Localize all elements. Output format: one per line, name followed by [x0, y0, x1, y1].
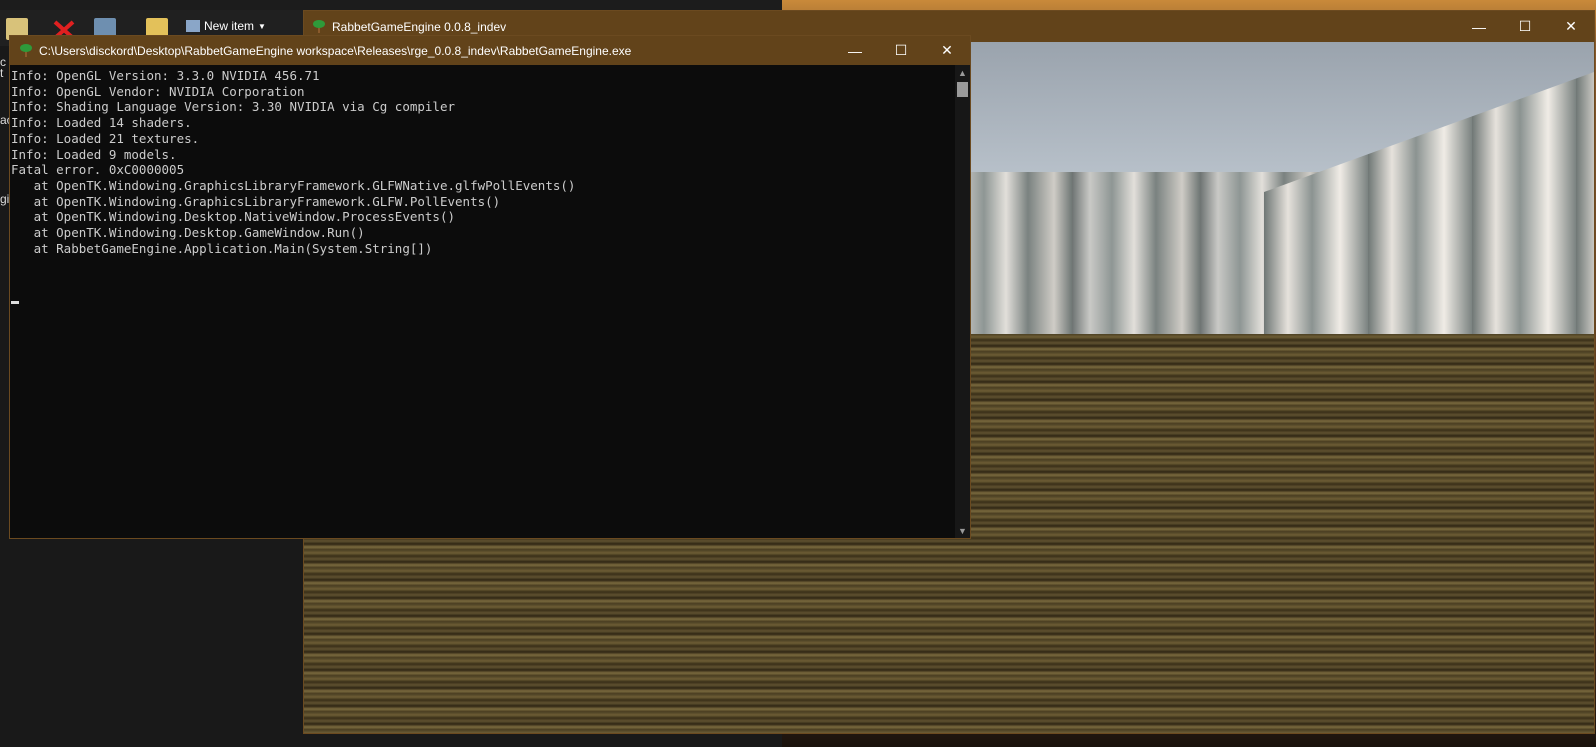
game-minimize-button[interactable]: — — [1456, 11, 1502, 42]
console-output[interactable]: Info: OpenGL Version: 3.3.0 NVIDIA 456.7… — [10, 65, 955, 538]
new-item-label: New item — [204, 19, 255, 33]
console-close-button[interactable]: ✕ — [924, 36, 970, 65]
chevron-down-icon: ▼ — [258, 21, 266, 31]
console-line: at OpenTK.Windowing.Desktop.GameWindow.R… — [33, 225, 365, 241]
console-titlebar[interactable]: C:\Users\disckord\Desktop\RabbetGameEngi… — [10, 36, 970, 65]
console-window-title: C:\Users\disckord\Desktop\RabbetGameEngi… — [39, 43, 632, 58]
console-line: Fatal error. 0xC0000005 — [11, 162, 185, 178]
console-scrollbar[interactable]: ▲ ▼ — [955, 65, 970, 538]
console-line: at OpenTK.Windowing.GraphicsLibraryFrame… — [33, 177, 576, 193]
game-close-button[interactable]: ✕ — [1548, 11, 1594, 42]
console-line: Info: OpenGL Vendor: NVIDIA Corporation — [11, 83, 305, 99]
console-line: Info: OpenGL Version: 3.3.0 NVIDIA 456.7… — [11, 68, 320, 83]
console-line: Info: Loaded 14 shaders. — [11, 115, 192, 131]
explorer-side-text-0: t — [0, 66, 4, 80]
console-window[interactable]: C:\Users\disckord\Desktop\RabbetGameEngi… — [9, 35, 971, 539]
console-line: at OpenTK.Windowing.GraphicsLibraryFrame… — [33, 193, 501, 209]
scroll-thumb[interactable] — [957, 82, 968, 97]
explorer-side-text-2: gi — [0, 192, 10, 206]
console-line: Info: Loaded 9 models. — [11, 146, 177, 162]
game-window-title: RabbetGameEngine 0.0.8_indev — [332, 19, 507, 34]
new-item-icon — [186, 20, 200, 32]
console-minimize-button[interactable]: — — [832, 36, 878, 65]
console-maximize-button[interactable]: ☐ — [878, 36, 924, 65]
console-line: Info: Shading Language Version: 3.30 NVI… — [11, 99, 456, 115]
console-line: at OpenTK.Windowing.Desktop.NativeWindow… — [33, 209, 456, 225]
tree-app-icon — [19, 43, 33, 57]
scroll-up-icon[interactable]: ▲ — [955, 65, 970, 80]
scroll-down-icon[interactable]: ▼ — [955, 523, 970, 538]
console-log-text: Info: OpenGL Version: 3.3.0 NVIDIA 456.7… — [10, 65, 955, 256]
explorer-topbar — [0, 0, 782, 10]
console-line: at RabbetGameEngine.Application.Main(Sys… — [33, 240, 433, 256]
new-item-button[interactable]: New item ▼ — [186, 19, 266, 33]
text-cursor — [11, 301, 19, 304]
console-line: Info: Loaded 21 textures. — [11, 130, 200, 146]
tree-app-icon — [312, 19, 326, 33]
game-maximize-button[interactable]: ☐ — [1502, 11, 1548, 42]
